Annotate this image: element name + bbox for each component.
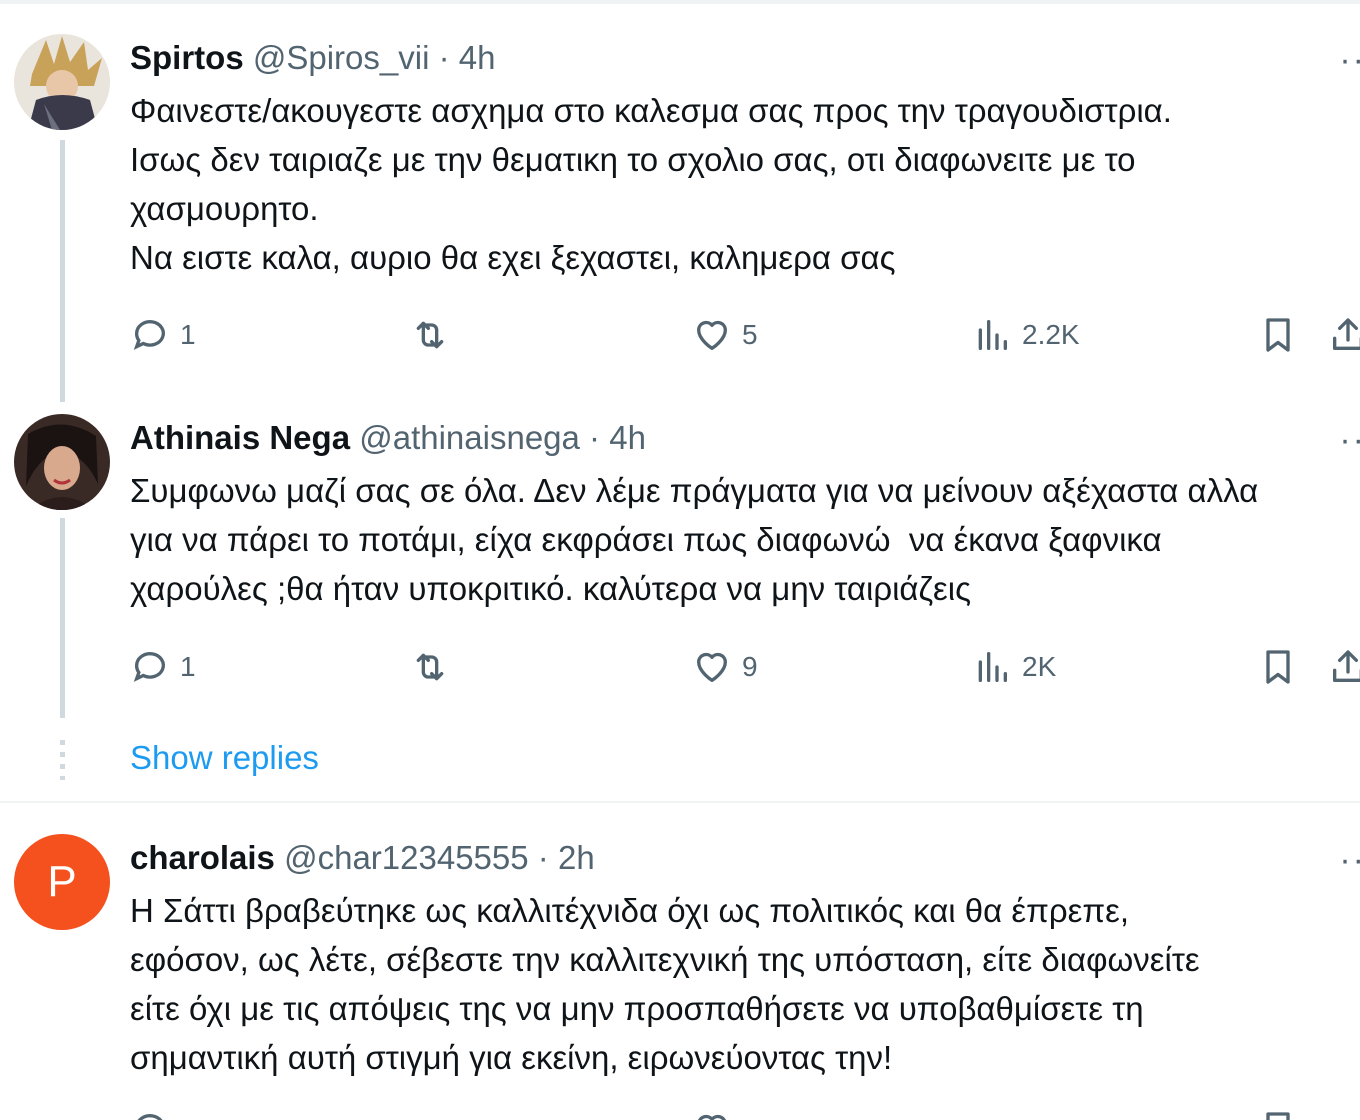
thread-line bbox=[60, 140, 65, 402]
retweet-button[interactable] bbox=[410, 642, 450, 692]
reply-button[interactable] bbox=[130, 1104, 170, 1120]
view-count: 2K bbox=[1022, 651, 1057, 682]
tweet-actions bbox=[130, 1104, 1360, 1120]
avatar-image bbox=[14, 414, 110, 510]
tweet-actions: 1 9 2K bbox=[130, 642, 1360, 692]
more-options-icon[interactable]: ·· bbox=[1339, 43, 1360, 77]
retweet-button[interactable] bbox=[410, 310, 450, 360]
author-handle[interactable]: @char12345555 bbox=[284, 839, 529, 876]
heart-icon bbox=[698, 1114, 726, 1120]
author-name[interactable]: Spirtos bbox=[130, 39, 244, 76]
show-replies-link[interactable]: Show replies bbox=[130, 739, 319, 777]
author-name[interactable]: charolais bbox=[130, 839, 275, 876]
tweet-header: charolais @char12345555 · 2h bbox=[130, 838, 595, 878]
thread-dots bbox=[60, 740, 65, 780]
bookmark-icon bbox=[1266, 1112, 1290, 1120]
reply-count: 1 bbox=[180, 651, 196, 682]
reply-button[interactable]: 1 bbox=[130, 642, 196, 692]
avatar[interactable] bbox=[14, 414, 110, 510]
thread-line bbox=[60, 518, 65, 718]
views-button[interactable]: 2K bbox=[972, 642, 1056, 692]
views-icon bbox=[978, 320, 1007, 350]
avatar-letter: P bbox=[47, 857, 77, 906]
like-button[interactable] bbox=[692, 1104, 732, 1120]
bookmark-icon bbox=[1266, 650, 1290, 684]
author-handle[interactable]: @Spiros_vii bbox=[253, 39, 430, 76]
avatar[interactable] bbox=[14, 34, 110, 130]
retweet-icon bbox=[416, 321, 444, 349]
tweet-header: Spirtos @Spiros_vii · 4h bbox=[130, 38, 495, 78]
tweet-actions: 1 5 2.2K bbox=[130, 310, 1360, 360]
like-count: 5 bbox=[742, 319, 758, 350]
views-icon bbox=[978, 652, 1007, 682]
heart-icon bbox=[697, 652, 727, 682]
thread-divider bbox=[0, 801, 1360, 803]
bookmark-icon bbox=[1266, 318, 1290, 352]
tweet-text: Η Σάττι βραβεύτηκε ως καλλιτέχνιδα όχι ω… bbox=[130, 892, 1200, 1076]
bookmark-button[interactable] bbox=[1258, 642, 1298, 692]
like-count: 9 bbox=[742, 651, 758, 682]
reply-button[interactable]: 1 bbox=[130, 310, 196, 360]
tweet-header: Athinais Nega @athinaisnega · 4h bbox=[130, 418, 646, 458]
bookmark-button[interactable] bbox=[1258, 1104, 1298, 1120]
view-count: 2.2K bbox=[1022, 319, 1080, 350]
reply-count: 1 bbox=[180, 319, 196, 350]
separator-dot: · bbox=[537, 839, 549, 876]
more-options-icon[interactable]: ·· bbox=[1339, 423, 1360, 457]
share-button[interactable] bbox=[1328, 310, 1360, 360]
like-button[interactable]: 9 bbox=[692, 642, 758, 692]
bookmark-button[interactable] bbox=[1258, 310, 1298, 360]
reply-icon bbox=[137, 1114, 163, 1120]
avatar-image bbox=[14, 34, 110, 130]
avatar[interactable]: P bbox=[14, 834, 110, 930]
author-name[interactable]: Athinais Nega bbox=[130, 419, 350, 456]
retweet-icon bbox=[416, 653, 444, 681]
separator-dot: · bbox=[589, 419, 601, 456]
tweet-text: Συμφωνω μαζί σας σε όλα. Δεν λέμε πράγμα… bbox=[130, 472, 1259, 607]
more-options-icon[interactable]: ·· bbox=[1339, 843, 1360, 877]
share-button[interactable] bbox=[1328, 642, 1360, 692]
share-icon bbox=[1333, 650, 1360, 682]
like-button[interactable]: 5 bbox=[692, 310, 758, 360]
reply-icon bbox=[133, 652, 165, 682]
author-handle[interactable]: @athinaisnega bbox=[359, 419, 580, 456]
timestamp[interactable]: 4h bbox=[459, 39, 496, 76]
top-divider bbox=[0, 0, 1360, 4]
reply-icon bbox=[133, 320, 165, 350]
share-icon bbox=[1333, 318, 1360, 350]
timestamp[interactable]: 4h bbox=[609, 419, 646, 456]
timestamp[interactable]: 2h bbox=[558, 839, 595, 876]
views-button[interactable]: 2.2K bbox=[972, 310, 1080, 360]
separator-dot: · bbox=[438, 39, 450, 76]
heart-icon bbox=[697, 320, 727, 350]
tweet-text: Φαινεστε/ακουγεστε ασχημα στο καλεσμα σα… bbox=[130, 92, 1172, 276]
